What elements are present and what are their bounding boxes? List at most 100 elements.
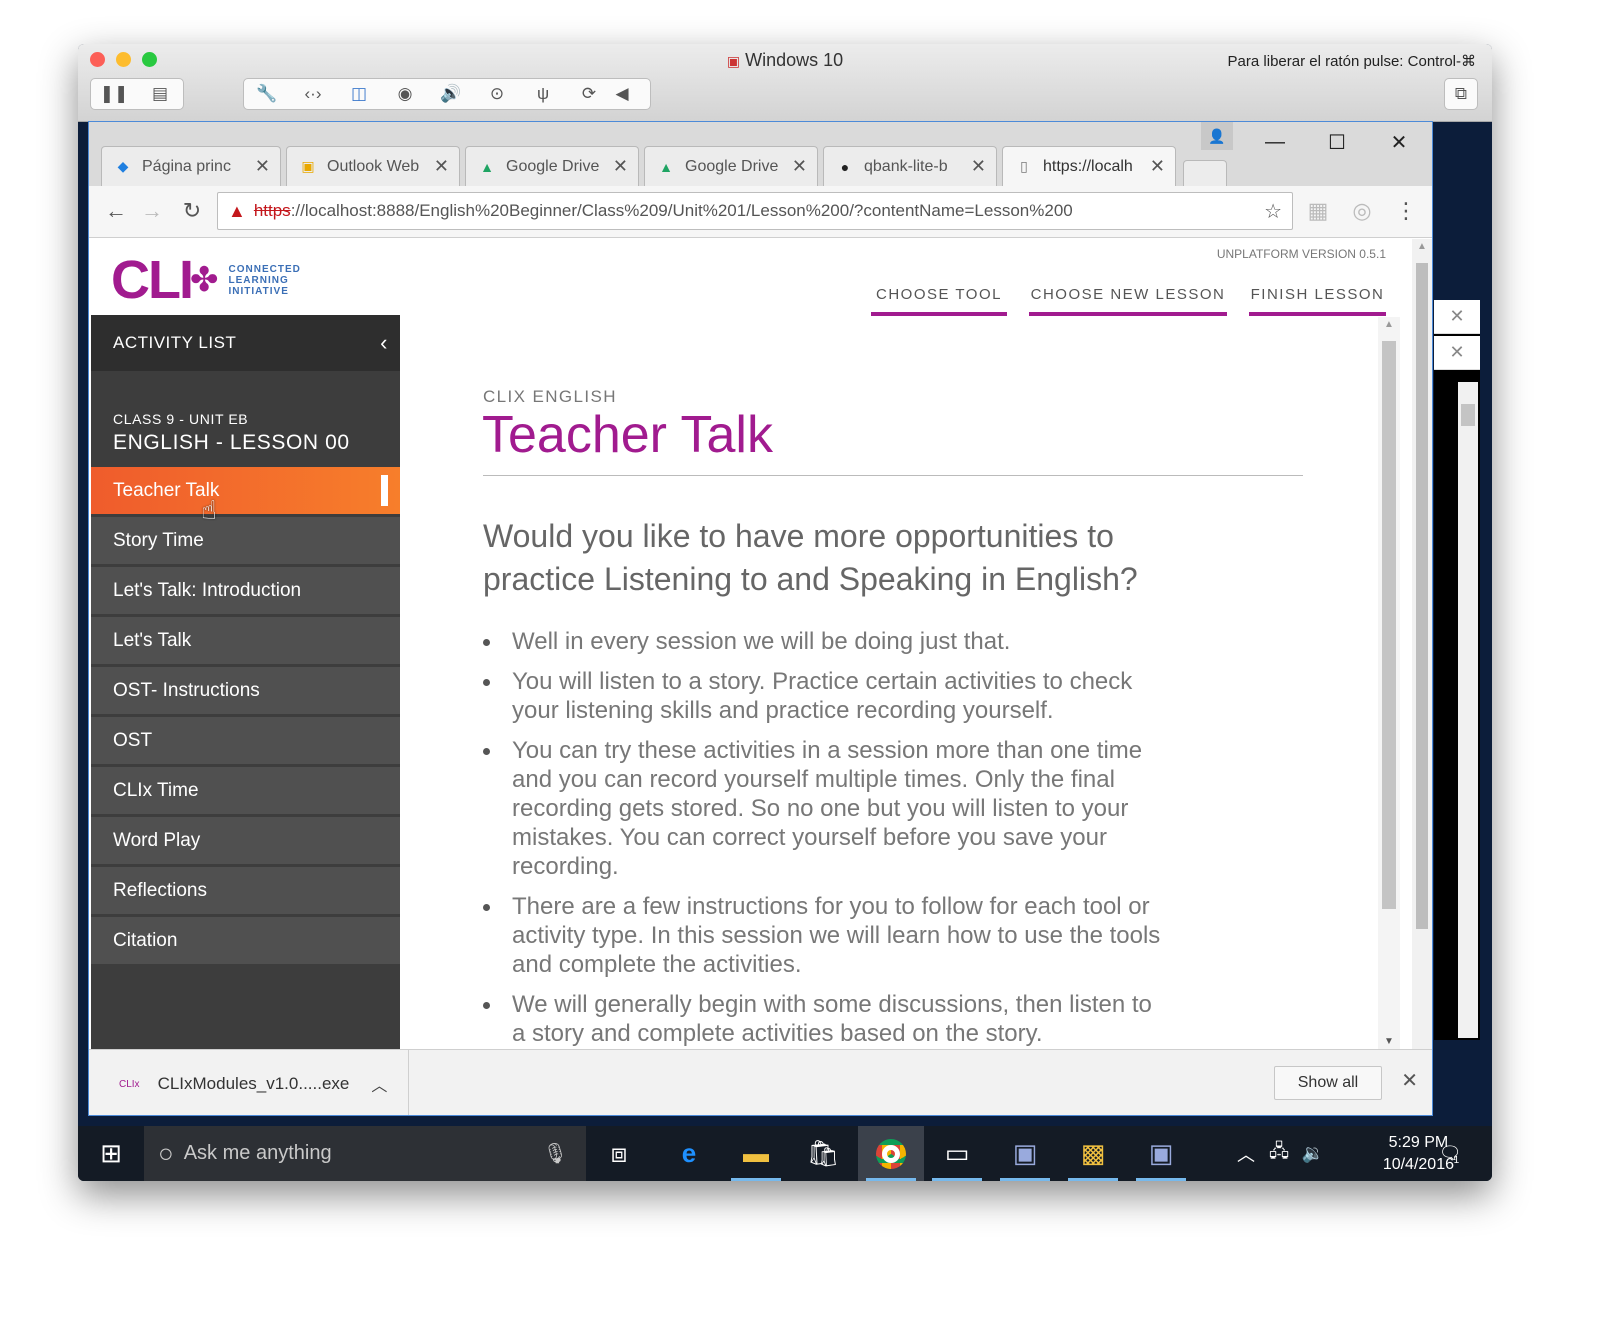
extension-icon[interactable]: ◎ bbox=[1345, 194, 1379, 228]
usb-icon[interactable]: ψ bbox=[520, 79, 566, 109]
close-tab-icon[interactable]: ✕ bbox=[255, 156, 270, 177]
activity-item-word-play[interactable]: Word Play bbox=[91, 817, 400, 864]
minimize-icon[interactable]: — bbox=[1247, 122, 1303, 162]
vm-control-group: ❚❚ ▤ bbox=[90, 78, 184, 110]
forward-icon[interactable]: → bbox=[135, 194, 169, 228]
close-icon[interactable]: ✕ bbox=[1434, 336, 1480, 370]
scroll-up-icon[interactable]: ▲ bbox=[1417, 241, 1427, 252]
task-view-icon[interactable]: ⧈ bbox=[586, 1126, 652, 1181]
chrome-icon[interactable] bbox=[858, 1126, 924, 1181]
activity-item-ost[interactable]: OST bbox=[91, 717, 400, 764]
maximize-icon[interactable]: ☐ bbox=[1309, 122, 1365, 162]
show-all-button[interactable]: Show all bbox=[1274, 1066, 1382, 1100]
close-tab-icon[interactable]: ✕ bbox=[1150, 156, 1165, 177]
release-hint: Para liberar el ratón pulse: Control-⌘ bbox=[1227, 53, 1476, 70]
python-icon[interactable]: ▩ bbox=[1060, 1126, 1126, 1181]
browser-tab[interactable]: ◆ Página princ ✕ bbox=[101, 146, 281, 186]
tray-chevron-icon[interactable]: ︿ bbox=[1234, 1126, 1258, 1181]
pause-icon[interactable]: ❚❚ bbox=[91, 79, 137, 109]
fragment-scrollbar[interactable] bbox=[1458, 382, 1478, 1038]
outlook-icon: ▣ bbox=[301, 158, 315, 174]
scroll-down-icon[interactable]: ▼ bbox=[1384, 1036, 1394, 1047]
activity-item-teacher-talk[interactable]: Teacher Talk bbox=[91, 467, 400, 514]
hand-cursor-icon: ☝ bbox=[201, 495, 217, 525]
network-tray-icon[interactable]: 🖧 bbox=[1264, 1126, 1294, 1181]
activity-item-citation[interactable]: Citation bbox=[91, 917, 400, 964]
action-center-icon[interactable]: 🗨 1 bbox=[1432, 1126, 1466, 1181]
close-tab-icon[interactable]: ✕ bbox=[792, 156, 807, 177]
content-bullets: Well in every session we will be doing j… bbox=[483, 627, 1163, 1049]
window-app-icon[interactable]: ▣ bbox=[992, 1126, 1058, 1181]
reload-icon[interactable]: ↻ bbox=[175, 194, 209, 228]
choose-new-lesson-link[interactable]: CHOOSE NEW LESSON bbox=[1029, 286, 1227, 316]
close-tab-icon[interactable]: ✕ bbox=[613, 156, 628, 177]
activity-item-story-time[interactable]: Story Time bbox=[91, 517, 400, 564]
sidebar-header: ACTIVITY LIST ‹ bbox=[91, 315, 400, 371]
clix-logo: CLI ✤ CONNECTED LEARNING INITIATIVE bbox=[111, 250, 301, 310]
title-divider bbox=[483, 475, 1303, 476]
bookmark-star-icon[interactable]: ☆ bbox=[1264, 199, 1282, 224]
content-eyebrow: CLIX ENGLISH bbox=[483, 387, 617, 406]
windows-start-icon[interactable]: ⊞ bbox=[78, 1126, 144, 1181]
menu-icon[interactable]: ⋮ bbox=[1389, 194, 1423, 228]
download-bar: CLIx CLIxModules_v1.0.....exe ︿ Show all… bbox=[89, 1049, 1432, 1115]
browser-tab-active[interactable]: ▯ https://localh ✕ bbox=[1002, 146, 1176, 186]
close-icon[interactable]: ✕ bbox=[1434, 300, 1480, 334]
address-bar[interactable]: ▲ https ://localhost:8888/English%20Begi… bbox=[217, 192, 1293, 230]
warning-icon: ▲ bbox=[228, 200, 246, 221]
close-window-icon[interactable]: ✕ bbox=[1371, 122, 1427, 162]
vm-window: ▣ Windows 10 Para liberar el ratón pulse… bbox=[78, 44, 1492, 1181]
chevron-up-icon[interactable]: ︿ bbox=[371, 1072, 387, 1096]
scroll-thumb[interactable] bbox=[1416, 263, 1428, 929]
record-icon[interactable]: ⊙ bbox=[474, 79, 520, 109]
speaker-icon[interactable]: 🔊 bbox=[428, 79, 474, 109]
close-tab-icon[interactable]: ✕ bbox=[434, 156, 449, 177]
back-icon[interactable]: ← bbox=[99, 194, 133, 228]
terminal-icon[interactable]: ▭ bbox=[924, 1126, 990, 1181]
cortana-search[interactable]: ○ Ask me anything 🎙 bbox=[144, 1126, 586, 1181]
store-icon[interactable]: 🛍 bbox=[790, 1126, 856, 1181]
finish-lesson-link[interactable]: FINISH LESSON bbox=[1249, 286, 1386, 316]
volume-tray-icon[interactable]: 🔉 bbox=[1298, 1126, 1328, 1181]
collapse-chevron-icon[interactable]: ‹ bbox=[380, 330, 388, 356]
activity-item-clix-time[interactable]: CLIx Time bbox=[91, 767, 400, 814]
close-download-bar-icon[interactable]: ✕ bbox=[1401, 1068, 1418, 1093]
scroll-up-icon[interactable]: ▲ bbox=[1384, 319, 1394, 330]
browser-tab[interactable]: ● qbank-lite-b ✕ bbox=[823, 146, 997, 186]
shared-folder-icon[interactable]: ◫ bbox=[336, 79, 382, 109]
download-filename: CLIxModules_v1.0.....exe bbox=[157, 1074, 350, 1093]
profile-icon[interactable]: 👤 bbox=[1201, 122, 1233, 150]
scroll-thumb[interactable] bbox=[1382, 341, 1396, 909]
sync-icon[interactable]: ⟳ bbox=[566, 79, 612, 109]
activity-item-reflections[interactable]: Reflections bbox=[91, 867, 400, 914]
extension-icon[interactable]: ▦ bbox=[1301, 194, 1335, 228]
window-app-icon[interactable]: ▣ bbox=[1128, 1126, 1194, 1181]
logo-knot-icon: ✤ bbox=[190, 261, 219, 299]
microphone-icon[interactable]: 🎙 bbox=[543, 1141, 568, 1166]
file-explorer-icon[interactable]: ▬ bbox=[723, 1126, 789, 1181]
fullscreen-icon[interactable]: ⧉ bbox=[1445, 79, 1477, 109]
wrench-icon[interactable]: 🔧 bbox=[244, 79, 290, 109]
activity-item-ost-instructions[interactable]: OST- Instructions bbox=[91, 667, 400, 714]
download-item[interactable]: CLIx CLIxModules_v1.0.....exe ︿ bbox=[89, 1050, 409, 1115]
page-icon: ▯ bbox=[1020, 158, 1028, 174]
collapse-icon[interactable]: ◀ bbox=[612, 79, 632, 109]
page-scrollbar[interactable]: ▲ bbox=[1412, 239, 1432, 1049]
choose-tool-link[interactable]: CHOOSE TOOL bbox=[871, 286, 1007, 316]
close-tab-icon[interactable]: ✕ bbox=[971, 156, 986, 177]
activity-item-lets-talk[interactable]: Let's Talk bbox=[91, 617, 400, 664]
content-scrollbar[interactable]: ▲ ▼ bbox=[1378, 317, 1400, 1049]
bullet-item: You can try these activities in a sessio… bbox=[483, 736, 1163, 881]
network-icon[interactable]: ‹·› bbox=[290, 79, 336, 109]
activity-list: Teacher Talk Story Time Let's Talk: Intr… bbox=[91, 467, 400, 964]
scroll-thumb[interactable] bbox=[1461, 404, 1475, 426]
snapshot-icon[interactable]: ▤ bbox=[137, 79, 183, 109]
browser-tab[interactable]: ▲ Google Drive ✕ bbox=[644, 146, 818, 186]
browser-tab[interactable]: ▲ Google Drive ✕ bbox=[465, 146, 639, 186]
camera-icon[interactable]: ◉ bbox=[382, 79, 428, 109]
content-title: Teacher Talk bbox=[482, 406, 773, 464]
edge-icon[interactable]: e bbox=[656, 1126, 722, 1181]
new-tab-button[interactable] bbox=[1183, 160, 1227, 186]
activity-item-lets-talk-introduction[interactable]: Let's Talk: Introduction bbox=[91, 567, 400, 614]
browser-tab[interactable]: ▣ Outlook Web ✕ bbox=[286, 146, 460, 186]
